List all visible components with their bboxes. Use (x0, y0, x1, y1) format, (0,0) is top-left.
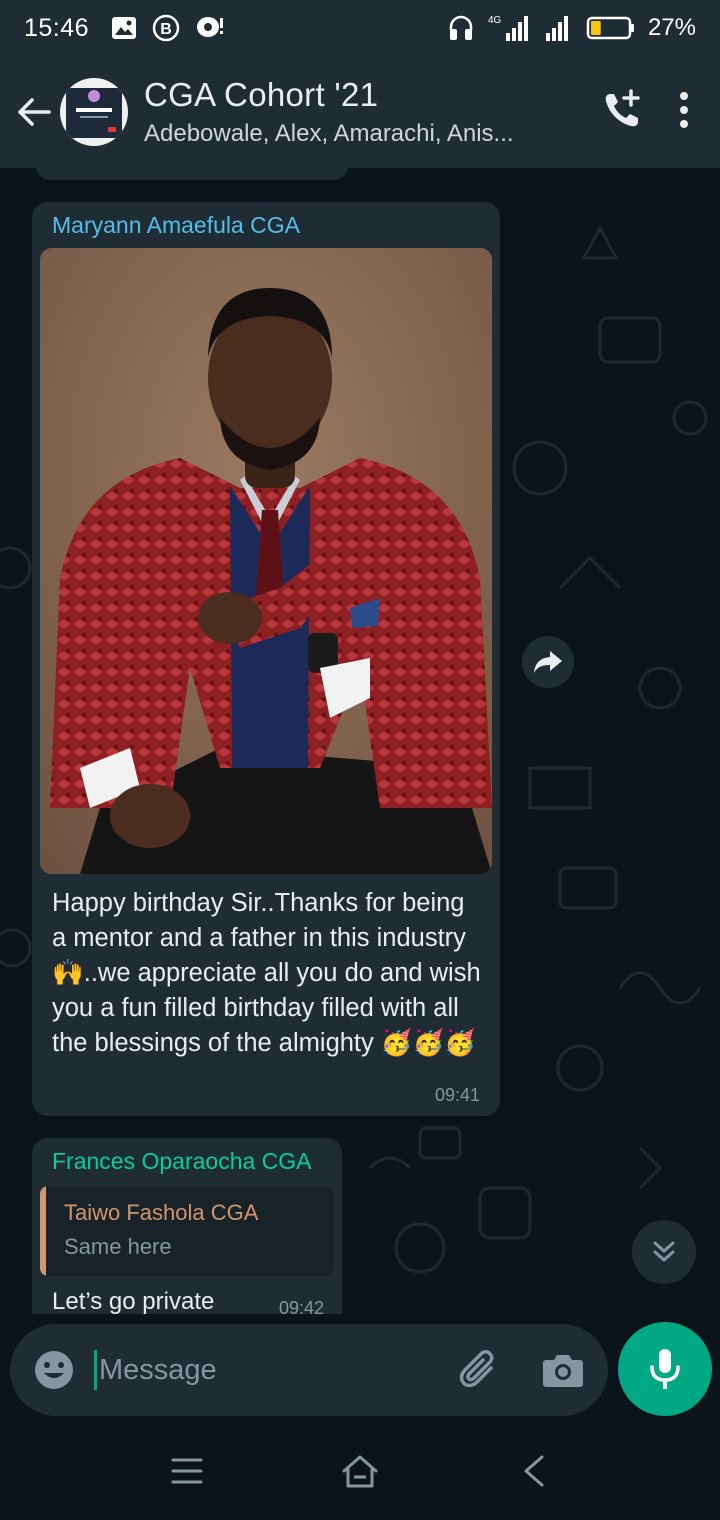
message-time: 09:42 (278, 1298, 324, 1314)
message-text: Happy birthday Sir..Thanks for being a m… (52, 889, 481, 1057)
phone-plus-icon (605, 88, 640, 126)
svg-text:4G: 4G (488, 15, 502, 26)
group-avatar[interactable] (60, 78, 128, 146)
microphone-icon (650, 1349, 680, 1389)
status-bar: 15:46 B 4G 27% (0, 0, 720, 56)
message-sender: Maryann Amaefula CGA (52, 212, 301, 238)
forward-button[interactable] (522, 636, 574, 688)
message-bubble[interactable]: Maryann Amaefula CGA Happy birthday Sir.… (32, 202, 500, 1116)
composer (0, 1322, 720, 1422)
add-call-button[interactable] (600, 88, 644, 137)
emoji-button[interactable] (30, 1346, 78, 1394)
previous-message-bubble[interactable] (36, 168, 348, 180)
double-chevron-down-icon (653, 1241, 675, 1262)
recents-button[interactable] (157, 1441, 217, 1501)
paperclip-icon (459, 1350, 494, 1388)
camera-icon (543, 1355, 583, 1387)
smiley-icon (35, 1351, 73, 1389)
chat-notification-icon (195, 14, 225, 42)
back-nav-button[interactable] (503, 1441, 563, 1501)
battery-percent: 27% (647, 14, 696, 41)
battery-icon (586, 15, 636, 41)
message-text: Let’s go private (52, 1288, 215, 1314)
voice-message-button[interactable] (618, 1322, 712, 1416)
quoted-message[interactable]: Taiwo Fashola CGA Same here (40, 1186, 334, 1276)
more-options-button[interactable] (678, 90, 690, 135)
text-caret (94, 1350, 97, 1390)
gallery-notification-icon (111, 16, 137, 40)
home-button[interactable] (330, 1441, 390, 1501)
camera-button[interactable] (538, 1345, 588, 1395)
message-input[interactable] (99, 1353, 419, 1387)
signal-4g-icon: 4G (486, 13, 532, 43)
chat-area[interactable]: Maryann Amaefula CGA Happy birthday Sir.… (0, 168, 720, 1314)
group-members: Adebowale, Alex, Amarachi, Anis... (144, 120, 514, 147)
scroll-to-bottom-button[interactable] (632, 1220, 696, 1284)
status-time: 15:46 (24, 13, 90, 42)
quote-text: Same here (64, 1234, 172, 1259)
share-arrow-icon (534, 651, 562, 673)
menu-lines-icon (171, 1458, 203, 1484)
message-time: 09:41 (434, 1085, 480, 1105)
quote-bar (40, 1186, 46, 1276)
chevron-left-icon (524, 1455, 544, 1487)
message-photo[interactable] (40, 248, 492, 874)
message-bubble[interactable]: Frances Oparaocha CGA Taiwo Fashola CGA … (32, 1138, 342, 1314)
kebab-menu-icon (680, 91, 688, 128)
group-title: CGA Cohort '21 (144, 76, 379, 113)
message-box[interactable] (10, 1324, 608, 1416)
headphones-icon (448, 14, 474, 42)
back-button[interactable] (6, 84, 62, 140)
business-notification-icon: B (151, 13, 181, 43)
portrait-image (40, 248, 492, 874)
chat-header: CGA Cohort '21 Adebowale, Alex, Amarachi… (0, 56, 720, 168)
quote-sender: Taiwo Fashola CGA (64, 1200, 259, 1225)
svg-text:B: B (160, 21, 172, 38)
system-nav-bar (0, 1422, 720, 1520)
arrow-left-icon (18, 98, 51, 126)
home-icon (342, 1455, 378, 1488)
group-info[interactable]: CGA Cohort '21 Adebowale, Alex, Amarachi… (144, 76, 544, 148)
attach-button[interactable] (454, 1345, 504, 1395)
signal-icon (544, 13, 574, 43)
message-sender: Frances Oparaocha CGA (52, 1148, 312, 1174)
